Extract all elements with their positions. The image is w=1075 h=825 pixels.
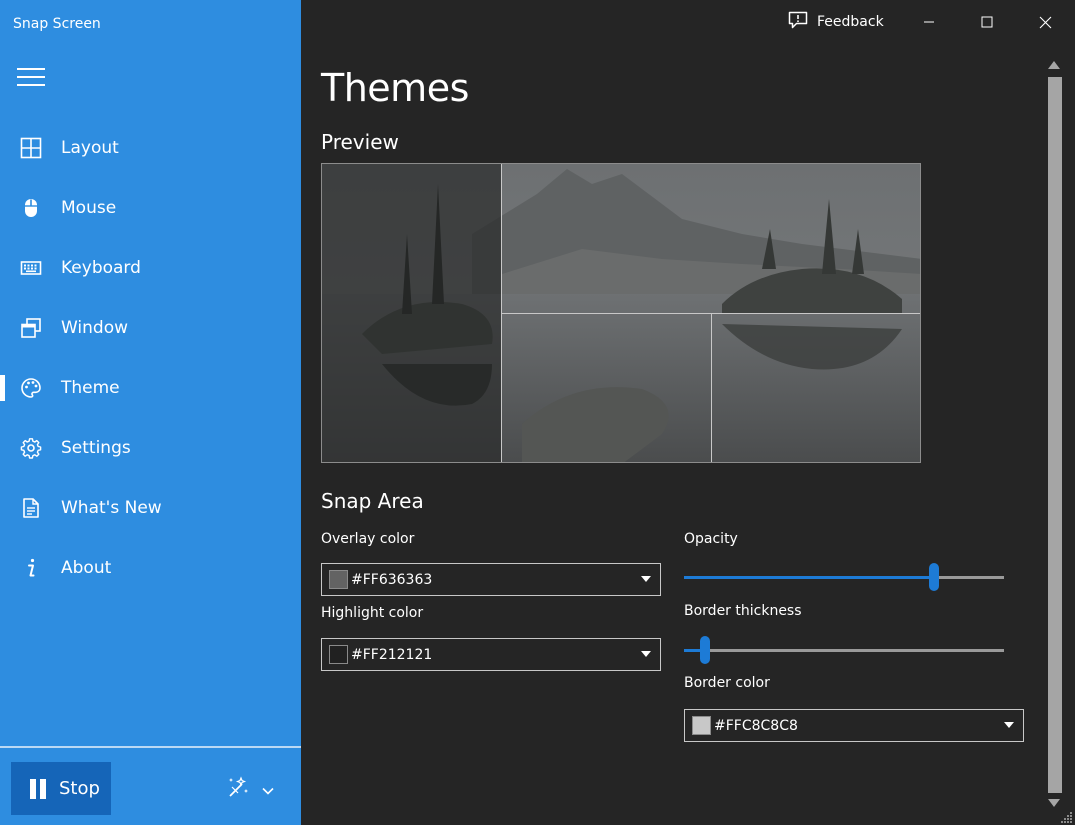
feedback-icon xyxy=(788,11,808,33)
sidebar-item-whats-new[interactable]: What's New xyxy=(0,478,301,538)
resize-grip-icon[interactable] xyxy=(1061,811,1073,823)
gear-icon xyxy=(20,437,42,459)
opacity-label: Opacity xyxy=(684,531,738,547)
chevron-down-icon xyxy=(641,651,651,657)
main-content: Themes Preview Snap Area Overlay color #… xyxy=(301,44,1046,825)
scroll-down-arrow-icon[interactable] xyxy=(1046,796,1062,810)
opacity-slider[interactable] xyxy=(684,562,1004,592)
sidebar-item-label: What's New xyxy=(61,498,162,518)
slider-fill xyxy=(684,576,934,579)
app-title: Snap Screen xyxy=(13,16,101,32)
overlay-color-swatch xyxy=(329,570,348,589)
mouse-icon xyxy=(20,197,42,219)
sidebar-item-label: Window xyxy=(61,318,129,338)
slider-track xyxy=(684,649,1004,652)
snap-zone-bottom-right xyxy=(711,313,920,462)
sidebar: Snap Screen Layout Mouse Keyboard Window… xyxy=(0,0,301,825)
border-color-label: Border color xyxy=(684,675,770,691)
preview-image xyxy=(321,163,921,463)
page-title: Themes xyxy=(321,66,469,110)
sidebar-item-label: Layout xyxy=(61,138,119,158)
close-icon xyxy=(1039,16,1051,28)
snap-area-heading: Snap Area xyxy=(321,489,424,513)
sidebar-nav: Layout Mouse Keyboard Window Theme Setti… xyxy=(0,118,301,598)
border-thickness-label: Border thickness xyxy=(684,603,802,619)
theme-mode-dropdown[interactable] xyxy=(226,776,278,802)
hamburger-menu-icon[interactable] xyxy=(17,66,45,88)
palette-icon xyxy=(20,377,42,399)
slider-thumb[interactable] xyxy=(929,563,939,591)
sidebar-item-label: Settings xyxy=(61,438,131,458)
sidebar-item-about[interactable]: About xyxy=(0,538,301,598)
minimize-button[interactable] xyxy=(913,6,945,38)
window-icon xyxy=(20,317,42,339)
snap-zone-top-right xyxy=(501,164,920,314)
stop-button[interactable]: Stop xyxy=(11,762,111,815)
layout-grid-icon xyxy=(20,137,42,159)
sidebar-item-mouse[interactable]: Mouse xyxy=(0,178,301,238)
maximize-icon xyxy=(981,16,993,28)
title-bar: Feedback xyxy=(301,0,1075,44)
chevron-down-icon xyxy=(262,780,274,799)
document-icon xyxy=(20,497,42,519)
magic-wand-icon xyxy=(226,775,250,803)
border-thickness-slider[interactable] xyxy=(684,635,1004,665)
slider-thumb[interactable] xyxy=(700,636,710,664)
feedback-label: Feedback xyxy=(817,14,884,30)
info-icon xyxy=(20,557,42,579)
sidebar-item-theme[interactable]: Theme xyxy=(0,358,301,418)
vertical-scrollbar[interactable] xyxy=(1046,58,1062,816)
snap-zone-left xyxy=(322,164,502,462)
preview-heading: Preview xyxy=(321,130,399,154)
highlight-color-value: #FF212121 xyxy=(351,646,433,663)
sidebar-item-label: Mouse xyxy=(61,198,117,218)
maximize-button[interactable] xyxy=(971,6,1003,38)
chevron-down-icon xyxy=(641,576,651,582)
highlight-color-label: Highlight color xyxy=(321,605,424,621)
scroll-up-arrow-icon[interactable] xyxy=(1046,58,1062,72)
sidebar-item-settings[interactable]: Settings xyxy=(0,418,301,478)
sidebar-item-keyboard[interactable]: Keyboard xyxy=(0,238,301,298)
sidebar-item-label: Keyboard xyxy=(61,258,141,278)
chevron-down-icon xyxy=(1004,722,1014,728)
snap-zone-bottom-middle xyxy=(501,313,712,462)
sidebar-item-label: Theme xyxy=(61,378,120,398)
border-color-swatch xyxy=(692,716,711,735)
sidebar-item-layout[interactable]: Layout xyxy=(0,118,301,178)
feedback-button[interactable]: Feedback xyxy=(788,8,884,36)
highlight-color-swatch xyxy=(329,645,348,664)
minimize-icon xyxy=(924,21,934,23)
keyboard-icon xyxy=(20,257,42,279)
pause-icon xyxy=(29,778,47,799)
border-color-dropdown[interactable]: #FFC8C8C8 xyxy=(684,709,1024,742)
close-button[interactable] xyxy=(1029,6,1061,38)
overlay-color-value: #FF636363 xyxy=(351,571,433,588)
border-color-value: #FFC8C8C8 xyxy=(714,717,798,734)
stop-button-label: Stop xyxy=(59,778,100,799)
sidebar-item-label: About xyxy=(61,558,112,578)
sidebar-divider xyxy=(0,746,301,748)
overlay-color-label: Overlay color xyxy=(321,531,415,547)
overlay-color-dropdown[interactable]: #FF636363 xyxy=(321,563,661,596)
scrollbar-thumb[interactable] xyxy=(1048,77,1062,793)
highlight-color-dropdown[interactable]: #FF212121 xyxy=(321,638,661,671)
sidebar-item-window[interactable]: Window xyxy=(0,298,301,358)
